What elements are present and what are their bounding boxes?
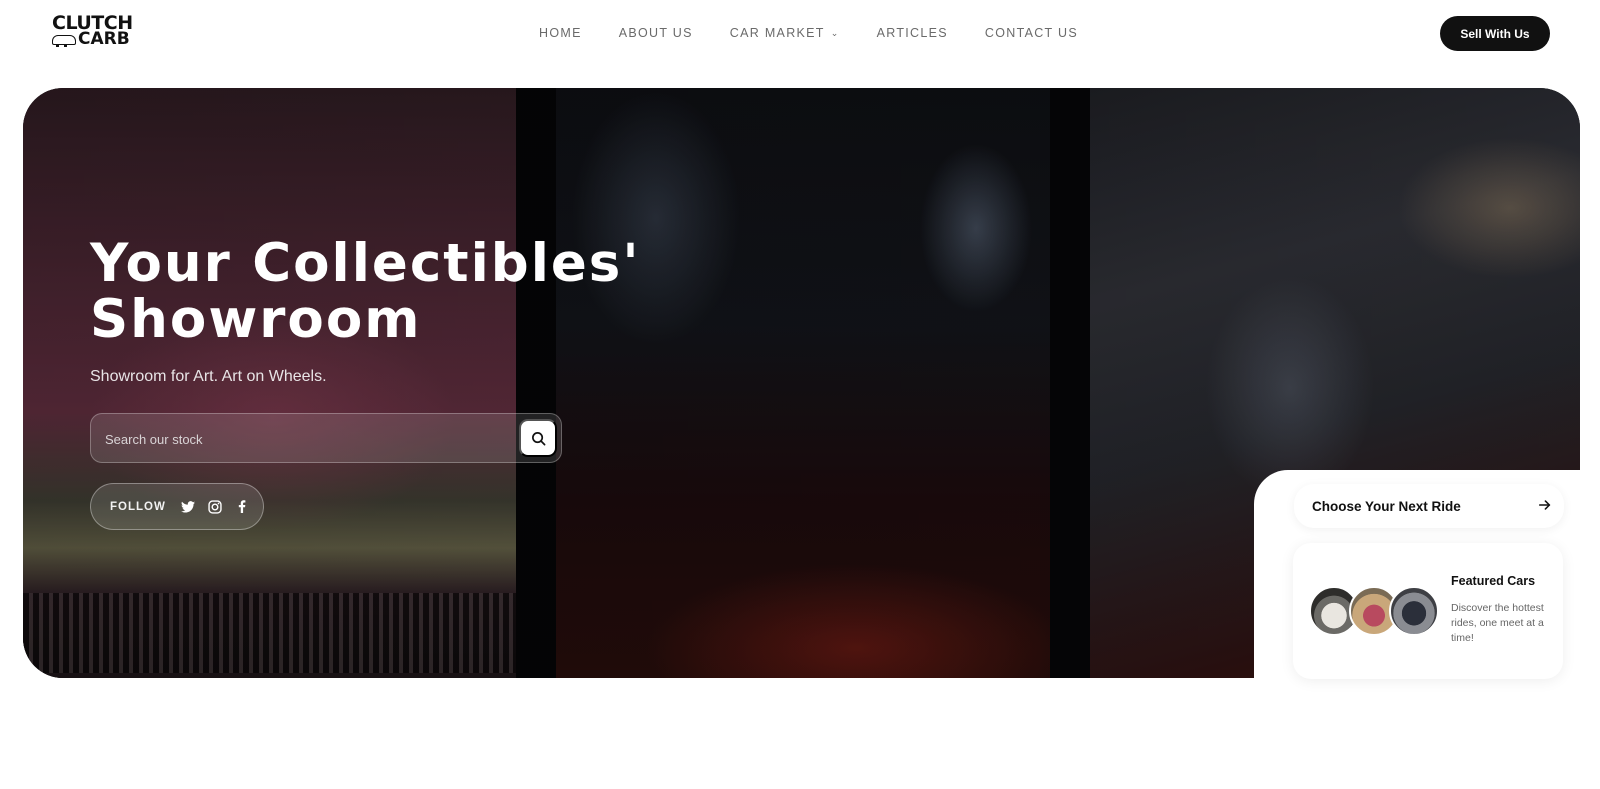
nav-car-market[interactable]: CAR MARKET ⌄	[730, 26, 840, 40]
featured-cars-title: Featured Cars	[1451, 574, 1536, 588]
nav-about-us[interactable]: ABOUT US	[619, 26, 693, 40]
nav-contact-us[interactable]: CONTACT US	[985, 26, 1078, 40]
featured-cars-description: Discover the hottest rides, one meet at …	[1451, 602, 1544, 644]
stock-search-bar	[90, 413, 562, 463]
featured-cars-card[interactable]: Featured Cars Discover the hottest rides…	[1293, 543, 1563, 679]
twitter-icon[interactable]	[180, 499, 196, 515]
chevron-down-icon: ⌄	[830, 27, 840, 38]
nav-home[interactable]: HOME	[539, 26, 582, 40]
hero-title: Your Collectibles' Showroom	[90, 233, 641, 350]
car-logo-icon	[52, 34, 76, 47]
logo-text-line2: CARB	[78, 29, 130, 49]
main-nav: HOME ABOUT US CAR MARKET ⌄ ARTICLES CONTA…	[539, 26, 1115, 40]
search-input[interactable]	[105, 428, 495, 450]
clutch-carb-logo[interactable]: CLUTCH CARB	[52, 14, 140, 49]
featured-car-thumbnails	[1309, 586, 1439, 636]
follow-social-bar: FOLLOW	[90, 483, 264, 530]
site-header: CLUTCH CARB HOME ABOUT US CAR MARKET ⌄ AR…	[0, 0, 1600, 64]
sell-with-us-button[interactable]: Sell With Us	[1440, 16, 1550, 51]
choose-next-ride-label: Choose Your Next Ride	[1312, 498, 1461, 514]
follow-label: FOLLOW	[110, 500, 166, 513]
arrow-right-icon	[1538, 498, 1552, 517]
car-thumbnail	[1389, 586, 1439, 636]
instagram-icon[interactable]	[207, 499, 223, 515]
search-icon	[531, 431, 545, 445]
hero-subtitle: Showroom for Art. Art on Wheels.	[90, 368, 327, 385]
facebook-icon[interactable]	[234, 499, 250, 515]
search-button[interactable]	[519, 419, 557, 457]
choose-next-ride-card[interactable]: Choose Your Next Ride	[1294, 484, 1564, 528]
nav-articles[interactable]: ARTICLES	[877, 26, 948, 40]
